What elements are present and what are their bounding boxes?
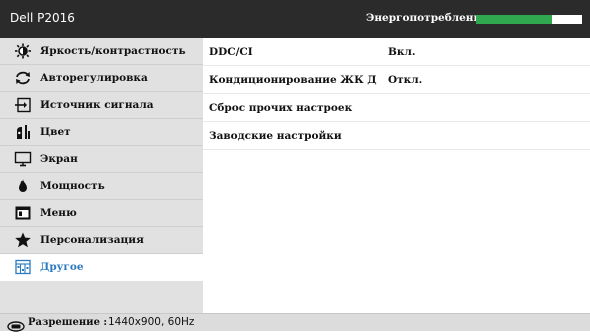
menu-icon [14,205,32,221]
setting-label: Сброс прочих настроек [209,102,353,114]
resolution-value: 1440x900, 60Hz [108,316,195,328]
auto-adjust-icon [14,70,32,86]
sidebar-item-menu[interactable]: Меню [0,200,203,227]
sidebar-item-label: Другое [40,261,84,273]
sidebar-item-color[interactable]: Цвет [0,119,203,146]
sidebar-item-power[interactable]: Мощность [0,173,203,200]
title-bar: Dell P2016 Энергопотребление [0,0,590,38]
sidebar-item-label: Экран [40,153,78,165]
sidebar-item-input-source[interactable]: Источник сигнала [0,92,203,119]
other-icon [14,259,32,275]
sidebar-item-label: Яркость/контрастность [40,45,186,57]
power-icon [14,178,32,194]
brightness-icon [14,43,32,59]
setting-label: DDC/CI [209,46,253,58]
sidebar-item-label: Меню [40,207,77,219]
sidebar-item-other[interactable]: Другое [0,254,203,281]
sidebar-menu: Яркость/контрастность Авторегулировка Ис… [0,38,203,313]
energy-meter-fill [476,15,553,24]
energy-meter [476,15,582,24]
star-icon [14,232,32,248]
sidebar-item-brightness[interactable]: Яркость/контрастность [0,38,203,65]
sidebar-item-personalize[interactable]: Персонализация [0,227,203,254]
setting-value: Вкл. [388,46,416,58]
setting-label: Заводские настройки [209,130,342,142]
display-icon [14,151,32,167]
setting-row-ddc-ci[interactable]: DDC/CI Вкл. [203,38,590,66]
osd-window: Dell P2016 Энергопотребление Яркость/кон… [0,0,590,332]
setting-value: Откл. [388,74,423,86]
hdmi-icon [7,317,25,332]
resolution-label: Разрешение : [28,317,108,328]
color-icon [14,124,32,140]
sidebar-item-display[interactable]: Экран [0,146,203,173]
setting-row-factory-reset[interactable]: Заводские настройки [203,122,590,150]
status-bar: Разрешение : 1440x900, 60Hz [0,313,590,332]
setting-row-lcd-conditioning[interactable]: Кондиционирование ЖК Д Откл. [203,66,590,94]
sidebar-item-label: Мощность [40,180,105,192]
energy-label: Энергопотребление [366,12,488,24]
sidebar-item-auto-adjust[interactable]: Авторегулировка [0,65,203,92]
setting-label: Кондиционирование ЖК Д [209,74,377,86]
sidebar-item-label: Источник сигнала [40,99,154,111]
sidebar-item-label: Авторегулировка [40,72,148,84]
setting-row-reset-other[interactable]: Сброс прочих настроек [203,94,590,122]
sidebar-item-label: Цвет [40,126,71,138]
settings-panel: DDC/CI Вкл. Кондиционирование ЖК Д Откл.… [203,38,590,313]
sidebar-item-label: Персонализация [40,234,144,246]
monitor-title: Dell P2016 [10,11,75,25]
input-source-icon [14,97,32,113]
